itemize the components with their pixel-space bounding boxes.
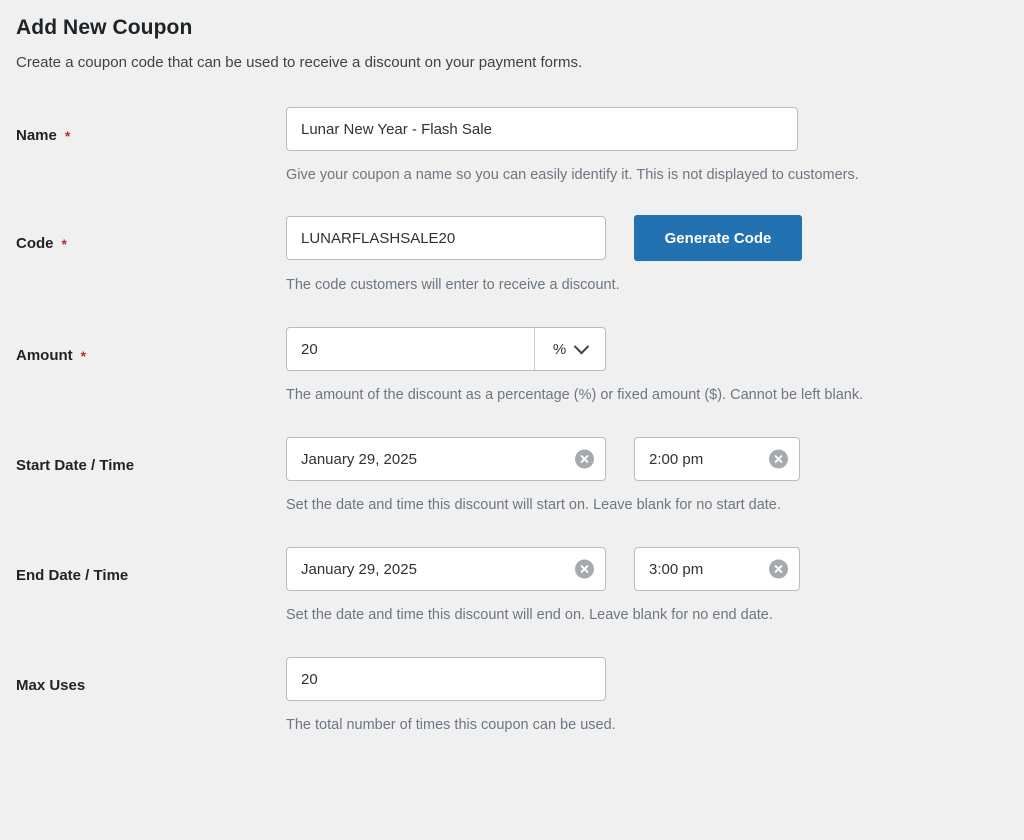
form-row-max-uses: Max Uses The total number of times this … (16, 657, 1008, 733)
help-code: The code customers will enter to receive… (286, 277, 620, 293)
page-subtitle: Create a coupon code that can be used to… (16, 54, 583, 71)
required-asterisk-code: * (61, 236, 67, 252)
clear-end-time-icon[interactable] (769, 559, 788, 579)
help-amount: The amount of the discount as a percenta… (286, 387, 864, 403)
label-max-uses: Max Uses (16, 677, 86, 694)
start-time-wrapper (634, 437, 800, 481)
coupon-form: Name * Give your coupon a name so you can… (16, 107, 1008, 733)
label-name: Name * (16, 107, 286, 144)
form-row-end-date: End Date / Time January 29, 2025 3:00 pm… (16, 547, 1008, 623)
end-date-wrapper (286, 547, 606, 591)
help-end-date: Set the date and time this discount will… (286, 607, 773, 623)
label-start-date: Start Date / Time (16, 457, 135, 474)
label-name-text: Name (16, 127, 57, 144)
end-time-wrapper (634, 547, 800, 591)
label-amount: Amount * (16, 327, 286, 364)
form-row-code: Code * Generate Code The code customers w… (16, 215, 1008, 293)
coupon-name-input[interactable] (286, 107, 798, 151)
field-name: Give your coupon a name so you can easil… (286, 107, 1008, 183)
form-row-amount: Amount * % The amount of the discount as … (16, 327, 1008, 403)
field-line-start-date (286, 437, 1008, 481)
field-line-amount: % (286, 327, 1008, 371)
field-code: Generate Code The code customers will en… (286, 215, 1008, 293)
field-line-end-date (286, 547, 1008, 591)
start-date-input[interactable] (286, 437, 606, 481)
coupon-code-input[interactable] (286, 216, 606, 260)
end-date-input[interactable] (286, 547, 606, 591)
amount-type-select[interactable]: % (534, 328, 605, 370)
add-coupon-page: Add New Coupon Create a coupon code that… (0, 0, 1024, 840)
clear-start-date-icon[interactable] (575, 449, 594, 469)
field-max-uses: The total number of times this coupon ca… (286, 657, 1008, 733)
field-start-date: Set the date and time this discount will… (286, 437, 1008, 513)
page-title: Add New Coupon (16, 16, 193, 39)
amount-type-value: % (552, 340, 567, 358)
field-line-max-uses (286, 657, 1008, 701)
help-start-date: Set the date and time this discount will… (286, 497, 781, 513)
required-asterisk-name: * (64, 128, 71, 144)
label-amount-text: Amount (16, 347, 73, 364)
field-amount: % The amount of the discount as a percen… (286, 327, 1008, 403)
label-code-text: Code (16, 235, 54, 252)
chevron-down-icon (573, 338, 590, 354)
start-date-wrapper (286, 437, 606, 481)
amount-input-group: % (286, 327, 606, 371)
field-line-code: Generate Code (286, 215, 1008, 261)
help-name: Give your coupon a name so you can easil… (286, 167, 859, 183)
field-end-date: Set the date and time this discount will… (286, 547, 1008, 623)
required-asterisk-amount: * (80, 348, 87, 364)
coupon-amount-input[interactable] (287, 328, 534, 370)
max-uses-input[interactable] (286, 657, 606, 701)
help-max-uses: The total number of times this coupon ca… (286, 717, 616, 733)
clear-end-date-icon[interactable] (575, 559, 594, 579)
clear-start-time-icon[interactable] (769, 449, 788, 469)
field-line-name (286, 107, 1008, 151)
form-row-start-date: Start Date / Time January 29, 2025 2:00 … (16, 437, 1008, 513)
label-code: Code * (16, 215, 286, 252)
label-end-date: End Date / Time (16, 567, 129, 584)
generate-code-button[interactable]: Generate Code (634, 215, 802, 261)
form-row-name: Name * Give your coupon a name so you can… (16, 107, 1008, 183)
